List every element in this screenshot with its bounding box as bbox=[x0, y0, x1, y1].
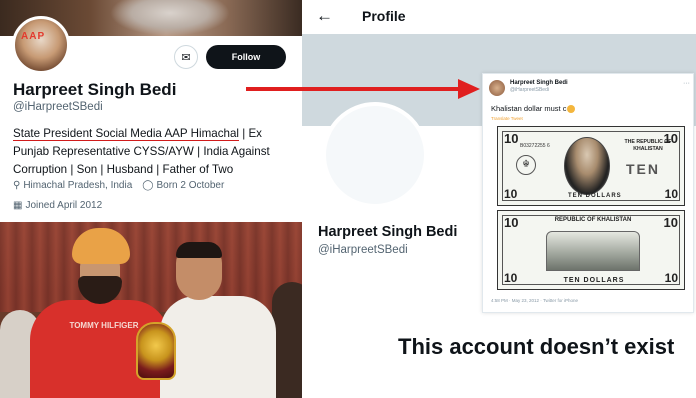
banknote-front: 10 10 10 10 B03272255 6 ☬ THE REPUBLIC O… bbox=[497, 126, 685, 206]
note-temple-image bbox=[546, 231, 640, 271]
note-amount-words: TEN DOLLARS bbox=[568, 193, 622, 199]
handle: @iHarpreetSBedi bbox=[318, 244, 408, 256]
note-denomination: 10 bbox=[664, 271, 678, 285]
more-icon[interactable]: ··· bbox=[683, 80, 690, 87]
empty-avatar bbox=[322, 102, 428, 208]
profile-meta: ⚲ Himachal Pradesh, India ◯ Born 2 October bbox=[13, 180, 224, 191]
follow-button[interactable]: Follow bbox=[206, 45, 286, 69]
tweet-avatar[interactable] bbox=[489, 80, 505, 96]
tweet-text: Khalistan dollar must c bbox=[491, 104, 576, 114]
balloon-icon: ◯ bbox=[142, 180, 154, 191]
location-item: ⚲ Himachal Pradesh, India bbox=[13, 180, 133, 191]
note-serial: B03272255 6 bbox=[520, 143, 550, 149]
note-denomination: 10 bbox=[504, 215, 519, 230]
joined-item: ▦ Joined April 2012 bbox=[13, 200, 103, 211]
note-denomination: 10 bbox=[504, 271, 518, 285]
translate-link[interactable]: Translate Tweet bbox=[491, 116, 523, 121]
banner-photo bbox=[110, 0, 230, 36]
note-denomination: 10 bbox=[504, 187, 518, 201]
note-denomination: 10 bbox=[663, 215, 678, 230]
note-issuer: THE REPUBLIC OF KHALISTAN bbox=[624, 139, 672, 152]
photo-backdrop bbox=[0, 222, 302, 312]
note-denomination: 10 bbox=[664, 187, 678, 201]
original-profile-panel: AAP ✉ Follow Harpreet Singh Bedi @iHarpr… bbox=[0, 0, 302, 398]
emoji-icon bbox=[567, 105, 576, 114]
location-pin-icon: ⚲ bbox=[13, 180, 21, 191]
tweet-screenshot[interactable]: Harpreet Singh Bedi @iHarpreetSBedi ··· … bbox=[482, 73, 694, 313]
display-name: Harpreet Singh Bedi bbox=[318, 224, 458, 240]
bio: State President Social Media AAP Himacha… bbox=[13, 125, 299, 179]
handle: @iHarpreetSBedi bbox=[13, 101, 103, 113]
photo-trophy bbox=[136, 322, 176, 380]
annotation-arrow bbox=[246, 87, 464, 91]
photo-white-shirt bbox=[160, 296, 276, 398]
tweet-author-handle: @iHarpreetSBedi bbox=[510, 87, 549, 93]
khanda-icon: ☬ bbox=[516, 155, 536, 175]
avatar[interactable]: AAP bbox=[12, 16, 70, 74]
note-amount-words: TEN DOLLARS bbox=[563, 277, 625, 284]
annotation-arrow-head bbox=[458, 79, 480, 99]
account-missing-message: This account doesn’t exist bbox=[398, 334, 675, 359]
arrow-left-icon[interactable]: ← bbox=[316, 6, 333, 26]
photo-hair bbox=[176, 242, 222, 258]
tweet-timestamp[interactable]: 4:58 PM · May 23, 2012 · Twitter for iPh… bbox=[491, 298, 578, 303]
note-issuer: REPUBLIC OF KHALISTAN bbox=[554, 217, 632, 223]
shirt-print: TOMMY HILFIGER bbox=[69, 321, 139, 330]
page-title: Profile bbox=[362, 8, 406, 24]
top-bar: ← Profile bbox=[302, 0, 696, 34]
born-item: ◯ Born 2 October bbox=[142, 180, 225, 191]
bio-highlighted: State President Social Media AAP Himacha… bbox=[13, 127, 239, 141]
event-photo: TOMMY HILFIGER bbox=[0, 222, 302, 398]
display-name: Harpreet Singh Bedi bbox=[13, 80, 177, 99]
photo-bystander-right bbox=[272, 282, 302, 398]
note-portrait bbox=[564, 137, 610, 195]
note-word: TEN bbox=[626, 161, 660, 177]
mail-icon: ✉ bbox=[181, 51, 191, 64]
note-denomination: 10 bbox=[504, 131, 519, 146]
calendar-icon: ▦ bbox=[13, 200, 23, 211]
avatar-logo: AAP bbox=[21, 31, 46, 42]
banknote-back: 10 10 10 10 REPUBLIC OF KHALISTAN TEN DO… bbox=[497, 210, 685, 290]
tweet-author-name[interactable]: Harpreet Singh Bedi bbox=[510, 80, 568, 86]
message-button[interactable]: ✉ bbox=[174, 45, 198, 69]
